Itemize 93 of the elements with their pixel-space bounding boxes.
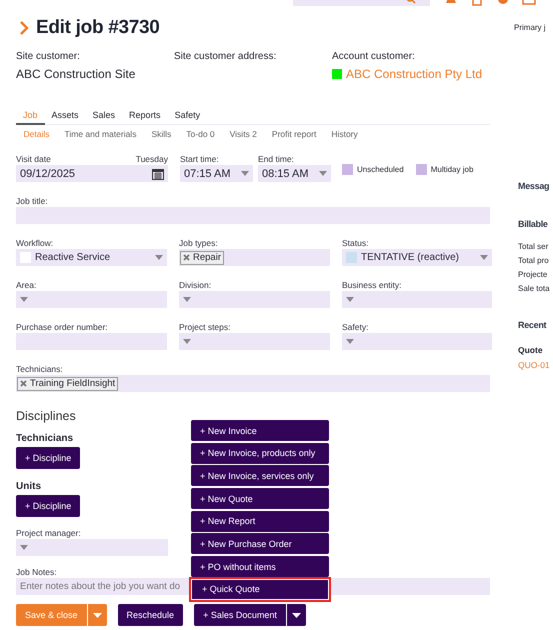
close-icon[interactable] [20,380,27,387]
caret-icon [20,545,28,550]
calendar-icon[interactable] [152,168,164,180]
menu-item[interactable]: + PO without items [191,556,329,578]
caret-icon [480,255,488,260]
total-label: Total pro [518,256,550,265]
caret-icon [183,297,191,302]
action-button[interactable]: + Sales Document [194,604,286,626]
select-field[interactable] [342,333,492,350]
tab[interactable]: Sales [86,108,122,124]
group-label: Units [16,481,42,492]
caret-icon [319,171,327,176]
page-title: Edit job #3730 [36,17,160,39]
field-label: Site customer address: [174,51,278,64]
field-label: Account customer: [332,51,416,64]
checkbox-label: Unscheduled [357,165,404,174]
caret-icon [20,297,28,302]
field-label: Business entity: [342,280,403,291]
chevron-icon[interactable] [19,21,29,35]
total-label: Projecte [518,270,548,279]
total-label: Sale tota [518,284,551,293]
caret-icon [346,339,354,344]
field-label: Job title: [16,196,49,207]
select-field[interactable] [16,291,167,308]
field-label: Workflow: [16,238,54,249]
panel-title: Recent [518,320,548,330]
select-field[interactable]: 07:15 AM [180,165,253,182]
field-label: Site customer: [16,51,81,64]
select-field[interactable] [16,539,168,556]
discipline-button[interactable]: + Discipline [16,447,80,469]
select-field[interactable]: Reactive Service [16,249,167,266]
close-icon[interactable] [183,254,190,261]
day-label: Tuesday [136,154,168,165]
caret-icon [183,339,191,344]
dropdown-button[interactable] [286,604,306,626]
checkbox[interactable] [416,164,427,175]
input-field[interactable] [16,333,167,350]
tag-field[interactable]: Training FieldInsight [16,375,490,392]
tag-label: Training FieldInsight [30,378,116,389]
action-button[interactable]: Reschedule [118,604,184,626]
menu-item[interactable]: + New Invoice, products only [191,442,329,464]
tag-field[interactable]: Repair [179,249,330,266]
field-label: Status: [342,238,370,249]
menu-item[interactable]: + New Quote [191,488,329,510]
field-label: Purchase order number: [16,322,109,333]
select-field[interactable] [179,291,330,308]
field-label: Start time: [180,154,220,165]
menu-item[interactable]: + Quick Quote [189,576,331,602]
field-label: Project steps: [179,322,232,333]
primary-label: Primary j [514,23,547,32]
field-label: Project manager: [16,528,82,539]
tag-label: Repair [193,252,221,263]
quote-label: Quote [518,345,544,355]
section-title: Disciplines [16,409,77,423]
subtab[interactable]: To-do 0 [178,127,222,141]
subtab[interactable]: Time and materials [56,127,144,141]
caret-icon [155,255,163,260]
caret-icon [241,171,249,176]
select-field[interactable]: 08:15 AM [258,165,331,182]
checkbox[interactable] [342,164,353,175]
caret-icon [292,612,301,618]
subtab[interactable]: Visits 2 [222,127,264,141]
select-field[interactable] [342,291,492,308]
total-label: Total ser [518,242,550,251]
field-label: Visit date [16,154,51,165]
group-label: Technicians [16,433,74,444]
select-field[interactable] [179,333,330,350]
select-field[interactable]: TENTATIVE (reactive) [342,249,492,266]
caret-icon [92,612,102,618]
field-label: Division: [179,280,212,291]
panel-title: Messag [518,181,550,191]
caret-icon [346,297,354,302]
field-label: Technicians: [16,364,64,375]
field-label: Safety: [342,322,370,333]
menu-item[interactable]: + New Invoice [191,420,329,441]
tab[interactable]: Reports [122,108,168,124]
date-field[interactable]: 09/12/2025 [16,165,168,182]
panel-title: Billable [518,219,549,229]
menu-item[interactable]: + New Invoice, services only [191,465,329,486]
menu-item[interactable]: + New Report [191,510,329,532]
subtab[interactable]: Profit report [264,127,324,141]
tab[interactable]: Assets [44,108,86,124]
field-label: Area: [16,280,38,291]
menu-item[interactable]: + New Purchase Order [191,533,329,554]
checkbox-label: Multiday job [430,165,474,174]
field-label: End time: [258,154,295,165]
field-value: ABC Construction Site [16,67,136,81]
tab[interactable]: Safety [168,108,208,124]
input-field[interactable] [16,207,490,224]
subtab[interactable]: History [324,127,366,141]
field-label: Job types: [179,238,219,249]
discipline-button[interactable]: + Discipline [16,495,80,517]
subtab[interactable]: Skills [144,127,179,141]
